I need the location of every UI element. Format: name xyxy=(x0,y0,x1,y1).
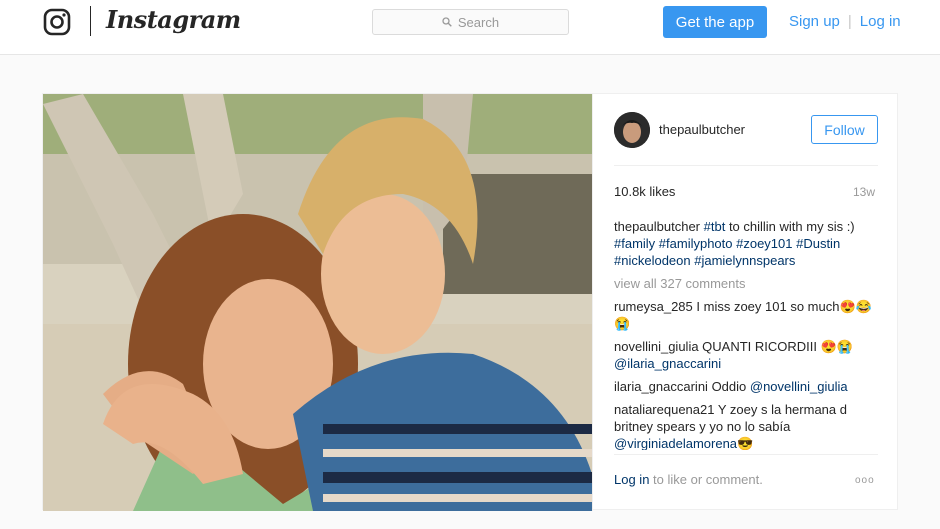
signup-link[interactable]: Sign up xyxy=(789,13,840,30)
follow-button[interactable]: Follow xyxy=(811,115,878,144)
avatar[interactable] xyxy=(614,112,650,148)
comment-text: Oddio xyxy=(707,379,750,394)
comments-list: rumeysa_285 I miss zoey 101 so much😍😂😭 n… xyxy=(614,298,882,450)
login-link[interactable]: Log in xyxy=(860,13,901,30)
get-the-app-button[interactable]: Get the app xyxy=(663,6,767,38)
comment-item: rumeysa_285 I miss zoey 101 so much😍😂😭 xyxy=(614,298,882,332)
auth-separator: | xyxy=(847,13,852,30)
avatar-image xyxy=(614,112,650,148)
post-sidebar: thepaulbutcher Follow 10.8k likes 13w th… xyxy=(592,94,899,511)
caption-hashtag-tbt[interactable]: #tbt xyxy=(704,219,726,234)
comment-mention[interactable]: @novellini_giulia xyxy=(750,379,848,394)
view-all-comments-link[interactable]: view all 327 comments xyxy=(614,276,746,291)
caption-hashtags[interactable]: #family #familyphoto #zoey101 #Dustin #n… xyxy=(614,236,840,268)
caption-username[interactable]: thepaulbutcher xyxy=(614,219,700,234)
top-navigation: Instagram Search Get the app Sign up | L… xyxy=(0,0,940,55)
instagram-glyph-icon[interactable] xyxy=(43,8,71,36)
more-options-icon[interactable]: ooo xyxy=(855,475,875,486)
caption-text: to chillin with my sis :) xyxy=(725,219,855,234)
post-caption: thepaulbutcher #tbt to chillin with my s… xyxy=(614,218,882,269)
search-placeholder: Search xyxy=(457,14,500,30)
comment-username[interactable]: novellini_giulia xyxy=(614,339,699,354)
search-input[interactable]: Search xyxy=(372,9,569,35)
login-to-comment: Log in to like or comment. xyxy=(614,472,763,487)
post-timestamp[interactable]: 13w xyxy=(853,185,875,199)
login-to-comment-link[interactable]: Log in xyxy=(614,472,649,487)
nav-divider xyxy=(90,6,91,36)
comment-text: QUANTI RICORDIII 😍😭 xyxy=(698,339,853,354)
footer-divider xyxy=(614,454,878,455)
comment-item: nataliarequena21 Y zoey s la hermana d b… xyxy=(614,401,882,450)
comment-mention[interactable]: @ilaria_gnaccarini xyxy=(614,356,721,371)
comment-username[interactable]: ilaria_gnaccarini xyxy=(614,379,708,394)
post-header: thepaulbutcher Follow xyxy=(593,94,900,166)
login-to-comment-text: to like or comment. xyxy=(649,472,763,487)
post-photo-image xyxy=(43,94,592,511)
comment-item: ilaria_gnaccarini Oddio @novellini_giuli… xyxy=(614,378,882,395)
post-username[interactable]: thepaulbutcher xyxy=(659,122,745,137)
comment-username[interactable]: rumeysa_285 xyxy=(614,299,693,314)
post-card: thepaulbutcher Follow 10.8k likes 13w th… xyxy=(42,93,899,511)
comment-mention[interactable]: @virginiadelamorena😎 xyxy=(614,436,753,450)
comment-item: novellini_giulia QUANTI RICORDIII 😍😭 @il… xyxy=(614,338,882,372)
post-photo[interactable] xyxy=(43,94,592,511)
auth-links: Sign up | Log in xyxy=(789,13,901,30)
header-divider xyxy=(614,165,878,166)
comment-username[interactable]: nataliarequena21 xyxy=(614,402,714,417)
search-icon xyxy=(442,17,452,27)
instagram-wordmark-logo[interactable]: Instagram xyxy=(106,5,241,34)
likes-count[interactable]: 10.8k likes xyxy=(614,184,675,199)
